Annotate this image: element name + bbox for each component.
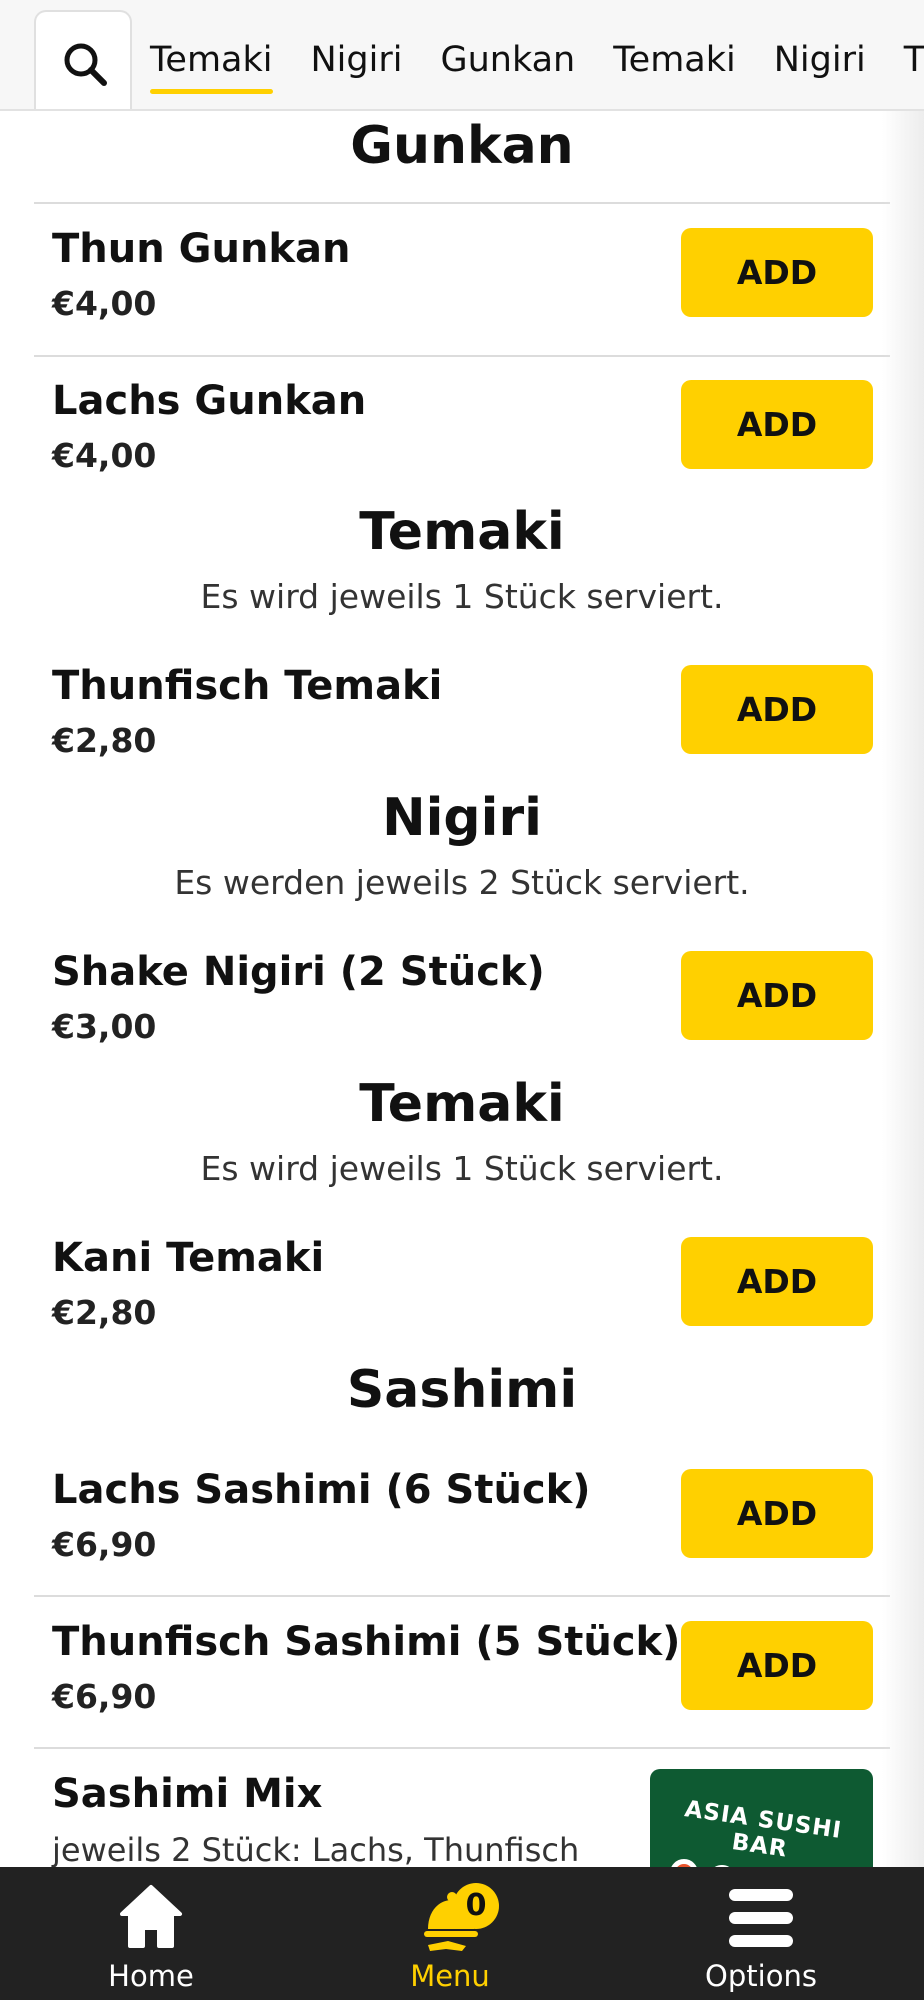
menu-item-thunfisch-temaki[interactable]: Thunfisch Temaki €2,80 ADD xyxy=(0,641,924,793)
section-title-temaki: Temaki xyxy=(359,502,565,562)
category-tabs: Temaki Nigiri Gunkan Temaki Nigiri T xyxy=(150,0,924,109)
item-price: €6,90 xyxy=(52,1525,157,1564)
section-title-gunkan: Gunkan xyxy=(350,116,574,176)
nav-options[interactable]: Options xyxy=(661,1867,861,2000)
item-price: €4,00 xyxy=(52,436,157,475)
bottom-nav: Home 0 Menu Options xyxy=(0,1867,924,2000)
tab-temaki-2[interactable]: Temaki xyxy=(613,0,736,109)
item-name: Thunfisch Sashimi (5 Stück) xyxy=(52,1619,681,1665)
item-price: €2,80 xyxy=(52,721,157,760)
add-button[interactable]: ADD xyxy=(681,228,873,317)
item-name: Kani Temaki xyxy=(52,1235,325,1281)
nav-menu[interactable]: 0 Menu xyxy=(350,1867,550,2000)
item-image-text: ASIA SUSHI BAR xyxy=(683,1796,844,1863)
menu-list[interactable]: Gunkan Thun Gunkan €4,00 ADD Lachs Gunka… xyxy=(0,111,924,1867)
hamburger-icon xyxy=(729,1889,793,1947)
tab-nigiri[interactable]: Nigiri xyxy=(311,0,403,109)
tab-nigiri-2[interactable]: Nigiri xyxy=(774,0,866,109)
sushi-roll-graphic xyxy=(670,1859,698,1867)
section-description: Es werden jeweils 2 Stück serviert. xyxy=(174,863,750,902)
section-description: Es wird jeweils 1 Stück serviert. xyxy=(200,577,724,616)
section-title-sashimi: Sashimi xyxy=(346,1360,578,1420)
menu-item-shake-nigiri[interactable]: Shake Nigiri (2 Stück) €3,00 ADD xyxy=(0,927,924,1079)
section-title-nigiri: Nigiri xyxy=(382,788,542,848)
add-button[interactable]: ADD xyxy=(681,665,873,754)
tab-next[interactable]: T xyxy=(904,0,924,109)
item-price: €2,80 xyxy=(52,1293,157,1332)
section-title-temaki: Temaki xyxy=(359,1074,565,1134)
item-price: €4,00 xyxy=(52,284,157,323)
item-name: Sashimi Mix xyxy=(52,1771,323,1817)
item-price: €6,90 xyxy=(52,1677,157,1716)
add-button[interactable]: ADD xyxy=(681,380,873,469)
item-name: Thunfisch Temaki xyxy=(52,663,443,709)
item-image[interactable]: ASIA SUSHI BAR xyxy=(650,1769,873,1867)
add-button[interactable]: ADD xyxy=(681,1621,873,1710)
item-name: Lachs Gunkan xyxy=(52,378,367,424)
menu-item-thun-gunkan[interactable]: Thun Gunkan €4,00 ADD xyxy=(0,204,924,356)
nav-home-label: Home xyxy=(108,1959,194,1993)
cart-count-badge: 0 xyxy=(453,1883,499,1929)
nav-options-label: Options xyxy=(705,1959,817,1993)
menu-item-kani-temaki[interactable]: Kani Temaki €2,80 ADD xyxy=(0,1213,924,1365)
menu-item-lachs-sashimi[interactable]: Lachs Sashimi (6 Stück) €6,90 ADD xyxy=(0,1445,924,1597)
nav-home[interactable]: Home xyxy=(51,1867,251,2000)
menu-item-sashimi-mix[interactable]: Sashimi Mix jeweils 2 Stück: Lachs, Thun… xyxy=(0,1749,924,1867)
tab-gunkan[interactable]: Gunkan xyxy=(440,0,575,109)
category-tab-bar: Temaki Nigiri Gunkan Temaki Nigiri T xyxy=(0,0,924,111)
add-button[interactable]: ADD xyxy=(681,1237,873,1326)
home-icon xyxy=(120,1885,182,1948)
item-name: Shake Nigiri (2 Stück) xyxy=(52,949,545,995)
menu-item-lachs-gunkan[interactable]: Lachs Gunkan €4,00 ADD xyxy=(0,356,924,508)
tab-temaki[interactable]: Temaki xyxy=(150,0,273,109)
menu-item-thunfisch-sashimi[interactable]: Thunfisch Sashimi (5 Stück) €6,90 ADD xyxy=(0,1597,924,1749)
item-name: Thun Gunkan xyxy=(52,226,351,272)
add-button[interactable]: ADD xyxy=(681,951,873,1040)
section-description: Es wird jeweils 1 Stück serviert. xyxy=(200,1149,724,1188)
add-button[interactable]: ADD xyxy=(681,1469,873,1558)
item-name: Lachs Sashimi (6 Stück) xyxy=(52,1467,591,1513)
search-button[interactable] xyxy=(34,10,132,109)
item-price: €3,00 xyxy=(52,1007,157,1046)
item-description: jeweils 2 Stück: Lachs, Thunfisch xyxy=(52,1831,580,1867)
nav-menu-label: Menu xyxy=(410,1959,490,1993)
search-icon xyxy=(64,43,107,86)
